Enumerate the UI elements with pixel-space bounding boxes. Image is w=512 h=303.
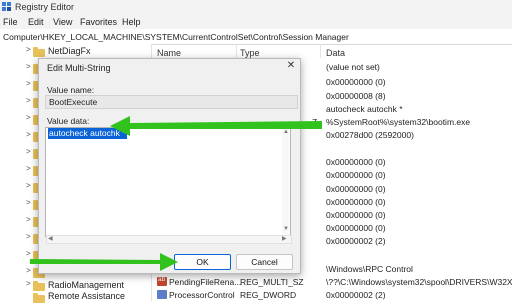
- chevron-right-icon[interactable]: >: [26, 45, 31, 54]
- folder-icon: [33, 293, 45, 303]
- value-name-label: Value name:: [47, 85, 95, 95]
- tree-item-remote-assistance[interactable]: Remote Assistance: [48, 291, 125, 301]
- string-value-icon: [157, 276, 167, 286]
- folder-icon: [33, 281, 45, 291]
- scroll-left-icon[interactable]: ◀: [48, 235, 53, 242]
- vertical-scrollbar[interactable]: [282, 128, 289, 234]
- value-data[interactable]: (value not set): [326, 62, 380, 72]
- dialog-title: Edit Multi-String: [47, 63, 111, 73]
- value-data-textarea[interactable]: [45, 127, 291, 237]
- value-data[interactable]: 0x00000000 (0): [326, 184, 386, 194]
- value-name[interactable]: PendingFileRena...: [169, 277, 241, 287]
- value-data[interactable]: 0x00278d00 (2592000): [326, 130, 414, 140]
- chevron-right-icon[interactable]: >: [26, 130, 31, 139]
- window-title: Registry Editor: [15, 2, 75, 12]
- value-data[interactable]: 0x00000000 (0): [326, 223, 386, 233]
- dword-value-icon: [157, 290, 167, 299]
- tree-item-radiomanagement[interactable]: RadioManagement: [48, 280, 124, 290]
- column-data[interactable]: Data: [326, 48, 345, 58]
- value-data-label: Value data:: [47, 116, 90, 126]
- chevron-right-icon[interactable]: >: [26, 215, 31, 224]
- value-data[interactable]: 0x00000002 (2): [326, 236, 386, 246]
- menu-favorites[interactable]: Favorites: [80, 17, 117, 27]
- value-type[interactable]: REG_DWORD: [240, 290, 296, 300]
- title-bar: [0, 0, 512, 15]
- value-data[interactable]: 0x00000000 (0): [326, 197, 386, 207]
- menu-help[interactable]: Help: [122, 17, 141, 27]
- scroll-down-icon[interactable]: ▼: [283, 226, 289, 232]
- chevron-right-icon[interactable]: >: [26, 279, 31, 288]
- value-data[interactable]: 0x00000000 (0): [326, 77, 386, 87]
- close-icon[interactable]: ✕: [285, 60, 297, 71]
- chevron-right-icon[interactable]: >: [26, 62, 31, 71]
- value-data[interactable]: autocheck autochk *: [326, 104, 403, 114]
- value-name-field: BootExecute: [45, 95, 298, 109]
- value-data[interactable]: 0x00000000 (0): [326, 157, 386, 167]
- chevron-right-icon[interactable]: >: [26, 96, 31, 105]
- chevron-right-icon[interactable]: >: [26, 181, 31, 190]
- tree-item-netdiagfx[interactable]: NetDiagFx: [48, 46, 91, 56]
- horizontal-scrollbar[interactable]: [46, 235, 292, 244]
- chevron-right-icon[interactable]: >: [26, 232, 31, 241]
- annotation-arrow-icon: [30, 253, 178, 271]
- annotation-arrow-icon: [110, 116, 322, 136]
- ok-button[interactable]: OK: [174, 254, 231, 270]
- value-data[interactable]: \Windows\RPC Control: [326, 264, 413, 274]
- value-data[interactable]: \??\C:\Windows\system32\spool\DRIVERS\W3…: [326, 277, 512, 287]
- value-type[interactable]: REG_MULTI_SZ: [240, 277, 304, 287]
- chevron-right-icon[interactable]: >: [26, 164, 31, 173]
- menu-view[interactable]: View: [53, 17, 72, 27]
- menu-edit[interactable]: Edit: [28, 17, 44, 27]
- menu-bar: [0, 15, 512, 29]
- address-path[interactable]: Computer\HKEY_LOCAL_MACHINE\SYSTEM\Curre…: [3, 32, 349, 42]
- cancel-button[interactable]: Cancel: [236, 254, 293, 270]
- chevron-right-icon[interactable]: >: [26, 113, 31, 122]
- value-data[interactable]: %SystemRoot%\system32\bootim.exe: [326, 117, 470, 127]
- value-data[interactable]: 0x00000002 (2): [326, 290, 386, 300]
- value-data[interactable]: 0x00000000 (0): [326, 170, 386, 180]
- column-type[interactable]: Type: [240, 48, 260, 58]
- chevron-right-icon[interactable]: >: [26, 198, 31, 207]
- value-data[interactable]: 0x00000008 (8): [326, 91, 386, 101]
- value-name[interactable]: ProcessorControl: [169, 290, 235, 300]
- registry-editor-icon: [2, 2, 11, 11]
- folder-icon: [33, 47, 45, 57]
- value-data[interactable]: 0x00000000 (0): [326, 210, 386, 220]
- chevron-right-icon[interactable]: >: [26, 79, 31, 88]
- column-divider[interactable]: [236, 44, 237, 58]
- chevron-right-icon[interactable]: >: [26, 147, 31, 156]
- column-divider[interactable]: [320, 44, 321, 58]
- menu-file[interactable]: File: [3, 17, 18, 27]
- column-name[interactable]: Name: [157, 48, 181, 58]
- scroll-right-icon[interactable]: ▶: [282, 235, 287, 242]
